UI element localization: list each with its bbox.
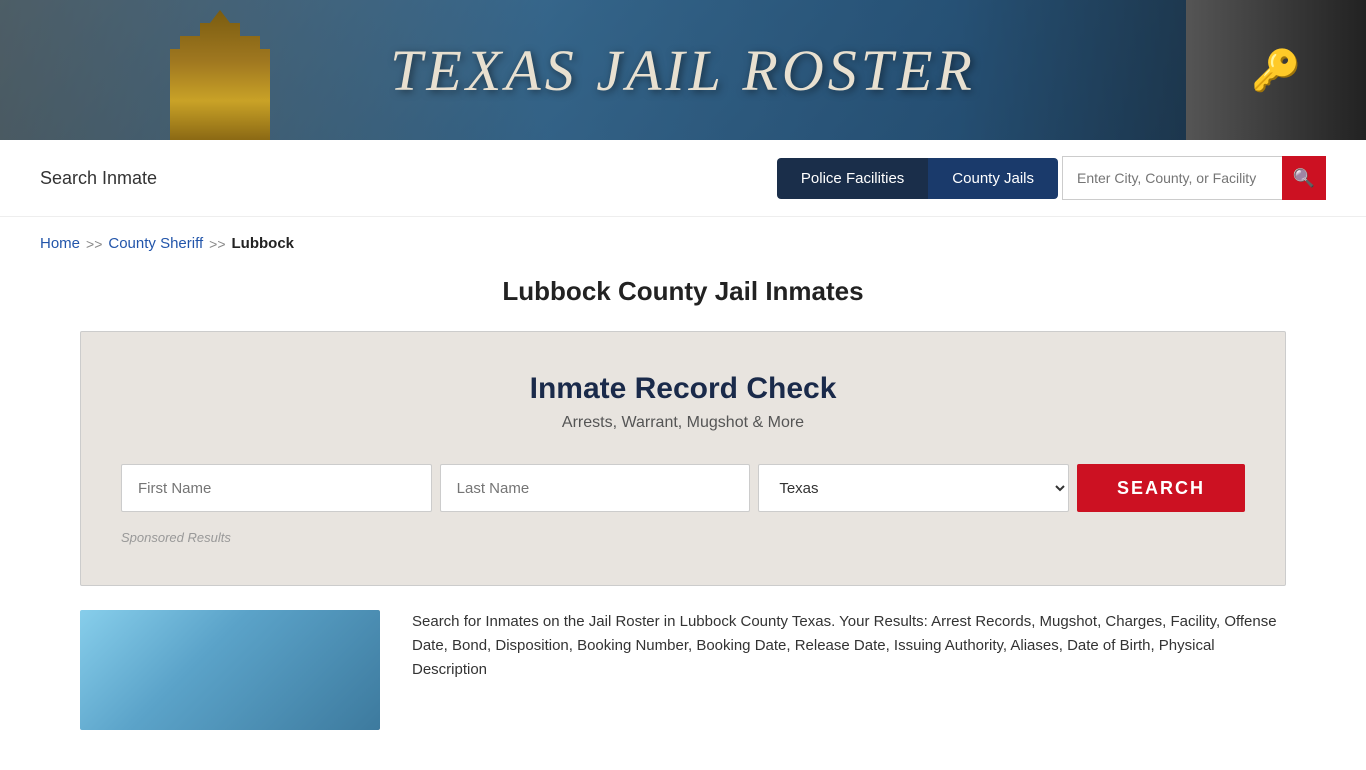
jail-keys-image: 🔑 (1186, 0, 1366, 140)
breadcrumb: Home >> County Sheriff >> Lubbock (0, 217, 1366, 260)
nav-bar: Search Inmate Police Facilities County J… (0, 140, 1366, 217)
facility-search-button[interactable]: 🔍 (1282, 156, 1326, 200)
page-title-wrap: Lubbock County Jail Inmates (0, 260, 1366, 331)
record-check-box: Inmate Record Check Arrests, Warrant, Mu… (80, 331, 1286, 586)
sponsored-label: Sponsored Results (121, 530, 1245, 545)
search-inmate-label: Search Inmate (40, 168, 157, 188)
nav-right: Police Facilities County Jails 🔍 (777, 156, 1326, 200)
inmate-search-button[interactable]: SEARCH (1077, 464, 1245, 512)
breadcrumb-sep1: >> (86, 236, 102, 252)
last-name-input[interactable] (440, 464, 751, 512)
breadcrumb-current: Lubbock (232, 235, 295, 252)
nav-left: Search Inmate (40, 168, 157, 189)
bottom-description: Search for Inmates on the Jail Roster in… (412, 610, 1286, 682)
breadcrumb-county-sheriff[interactable]: County Sheriff (108, 235, 203, 252)
search-icon: 🔍 (1293, 168, 1315, 189)
breadcrumb-sep2: >> (209, 236, 225, 252)
page-title: Lubbock County Jail Inmates (40, 276, 1326, 307)
site-title: Texas Jail Roster (390, 37, 976, 104)
police-facilities-button[interactable]: Police Facilities (777, 158, 928, 199)
record-check-title: Inmate Record Check (121, 372, 1245, 406)
county-jails-button[interactable]: County Jails (928, 158, 1058, 199)
header-banner: Texas Jail Roster 🔑 (0, 0, 1366, 140)
bottom-section: Search for Inmates on the Jail Roster in… (0, 610, 1366, 770)
first-name-input[interactable] (121, 464, 432, 512)
state-select[interactable]: AlabamaAlaskaArizonaArkansasCaliforniaCo… (758, 464, 1069, 512)
breadcrumb-home[interactable]: Home (40, 235, 80, 252)
record-check-form: AlabamaAlaskaArizonaArkansasCaliforniaCo… (121, 464, 1245, 512)
facility-search-input[interactable] (1062, 156, 1282, 200)
facility-search-wrap: 🔍 (1062, 156, 1326, 200)
lubbock-image (80, 610, 380, 730)
record-check-subtitle: Arrests, Warrant, Mugshot & More (121, 414, 1245, 432)
